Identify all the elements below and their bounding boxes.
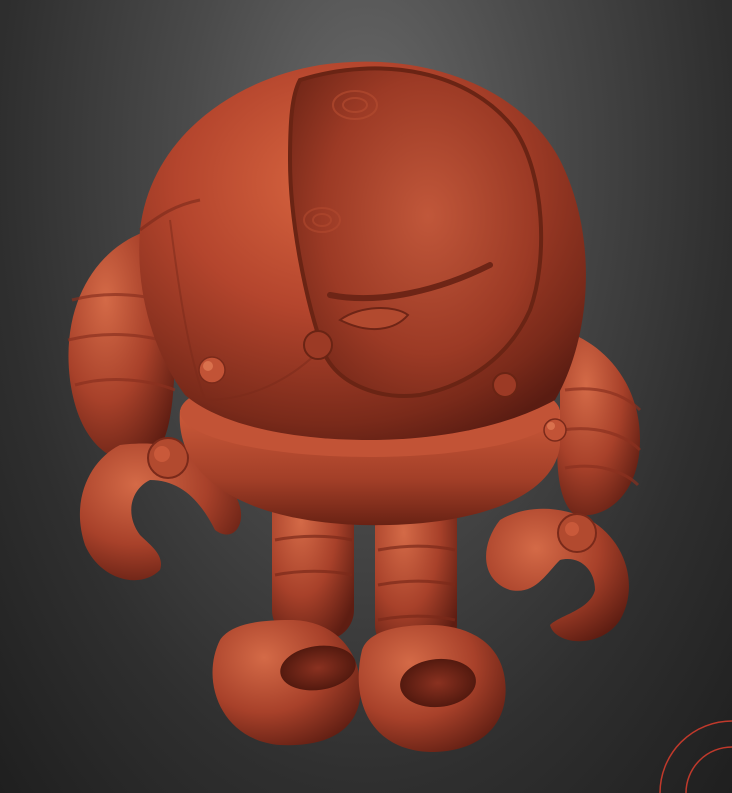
sculpt-viewport[interactable] [0,0,732,793]
robot-sculpt-model[interactable] [0,0,732,793]
orientation-gizmo-icon[interactable] [652,713,732,793]
visor-opening [287,66,544,398]
